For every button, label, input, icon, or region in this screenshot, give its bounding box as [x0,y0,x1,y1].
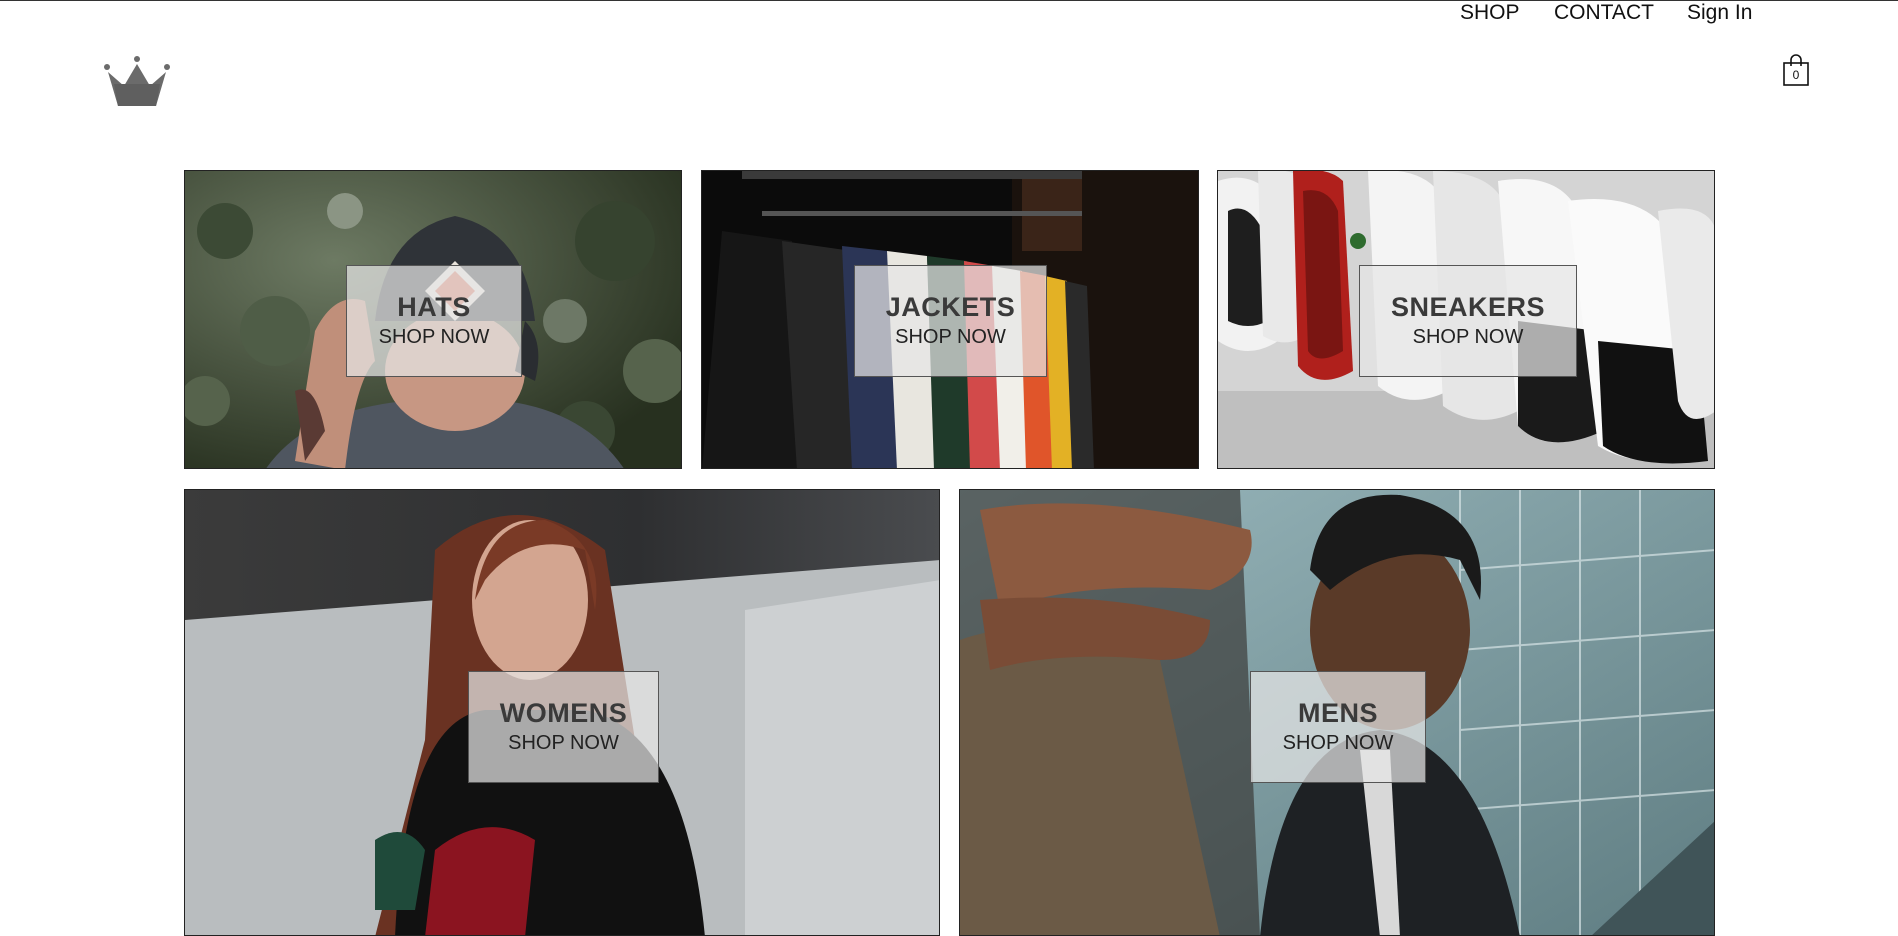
nav-shop-link[interactable]: SHOP [1460,0,1520,26]
jackets-overlay[interactable]: JACKETS SHOP NOW [854,265,1047,377]
hats-overlay[interactable]: HATS SHOP NOW [346,265,522,377]
nav-sign-in-link[interactable]: Sign In [1687,0,1752,26]
sneakers-overlay[interactable]: SNEAKERS SHOP NOW [1359,265,1577,377]
cart-count: 0 [1792,68,1800,82]
category-title: JACKETS [885,292,1016,322]
shop-now-link[interactable]: SHOP NOW [508,730,619,756]
shop-now-link[interactable]: SHOP NOW [1413,324,1524,350]
category-title: MENS [1297,698,1378,728]
category-title: HATS [397,292,471,322]
shop-now-link[interactable]: SHOP NOW [895,324,1006,350]
category-title: WOMENS [499,698,628,728]
crown-icon [104,56,170,106]
category-tile-hats[interactable]: HATS SHOP NOW [184,170,682,469]
category-tile-womens[interactable]: WOMENS SHOP NOW [184,489,940,936]
category-tile-mens[interactable]: MENS SHOP NOW [959,489,1715,936]
shop-now-link[interactable]: SHOP NOW [1283,730,1394,756]
shop-now-link[interactable]: SHOP NOW [379,324,490,350]
cart-button[interactable]: 0 [1782,54,1810,86]
category-tile-jackets[interactable]: JACKETS SHOP NOW [701,170,1199,469]
nav-contact-link[interactable]: CONTACT [1554,0,1654,26]
category-title: SNEAKERS [1390,292,1546,322]
crown-logo[interactable] [104,56,170,108]
category-tile-sneakers[interactable]: SNEAKERS SHOP NOW [1217,170,1715,469]
womens-overlay[interactable]: WOMENS SHOP NOW [468,671,659,783]
mens-overlay[interactable]: MENS SHOP NOW [1250,671,1426,783]
